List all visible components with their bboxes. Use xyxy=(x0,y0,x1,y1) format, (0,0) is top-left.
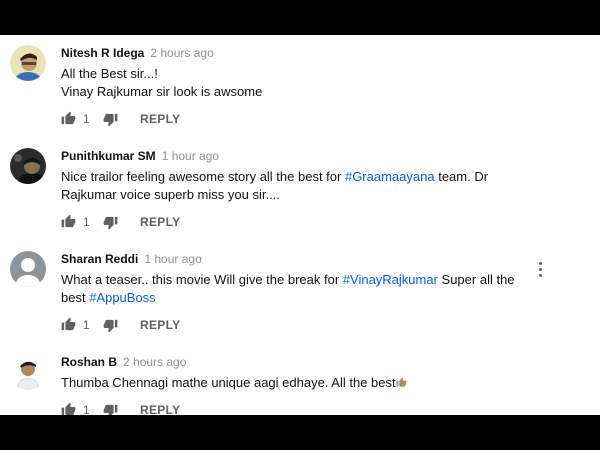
like-count: 1 xyxy=(83,112,90,126)
comment-text: All the Best sir...! Vinay Rajkumar sir … xyxy=(61,65,531,101)
thumbs-down-icon[interactable] xyxy=(103,215,118,230)
comment-text-part: What a teaser.. this movie Will give the… xyxy=(61,272,343,287)
comment-line: Vinay Rajkumar sir look is awsome xyxy=(61,84,263,99)
hashtag-link[interactable]: #VinayRajkumar xyxy=(343,272,438,287)
comment-header: Sharan Reddi 1 hour ago xyxy=(61,252,202,266)
comment-text: What a teaser.. this movie Will give the… xyxy=(61,271,531,307)
comment-text-part: Thumba Chennagi mathe unique aagi edhaye… xyxy=(61,375,396,390)
user-photo-avatar-icon xyxy=(10,45,46,81)
comment-text: Thumba Chennagi mathe unique aagi edhaye… xyxy=(61,374,531,392)
comment-header: Punithkumar SM 1 hour ago xyxy=(61,149,219,163)
comment-text: Nice trailor feeling awesome story all t… xyxy=(61,168,531,204)
thumbs-down-icon[interactable] xyxy=(103,318,118,333)
reply-button[interactable]: REPLY xyxy=(140,403,180,415)
comment-header: Nitesh R Idega 2 hours ago xyxy=(61,46,214,60)
default-user-avatar-icon xyxy=(10,251,46,287)
thumbs-up-icon[interactable] xyxy=(61,214,76,229)
like-count: 1 xyxy=(83,215,90,229)
like-count: 1 xyxy=(83,403,90,415)
avatar[interactable] xyxy=(10,45,46,81)
author-name[interactable]: Roshan B xyxy=(61,355,117,369)
reply-button[interactable]: REPLY xyxy=(140,318,180,332)
like-count: 1 xyxy=(83,318,90,332)
thumbs-down-icon[interactable] xyxy=(103,112,118,127)
author-name[interactable]: Nitesh R Idega xyxy=(61,46,144,60)
avatar[interactable] xyxy=(10,148,46,184)
user-photo-avatar-icon xyxy=(10,148,46,184)
avatar[interactable] xyxy=(10,251,46,287)
hashtag-link[interactable]: #Graamaayana xyxy=(345,169,435,184)
comment-time[interactable]: 1 hour ago xyxy=(144,252,201,266)
comment-text-part: Nice trailor feeling awesome story all t… xyxy=(61,169,345,184)
comments-panel: Nitesh R Idega 2 hours ago All the Best s… xyxy=(0,35,600,415)
hashtag-link[interactable]: #AppuBoss xyxy=(89,290,156,305)
comment-line: All the Best sir...! xyxy=(61,66,158,81)
comment-time[interactable]: 1 hour ago xyxy=(162,149,219,163)
thumbs-up-emoji-icon xyxy=(396,377,407,387)
comment-time[interactable]: 2 hours ago xyxy=(150,46,213,60)
comment-time[interactable]: 2 hours ago xyxy=(123,355,186,369)
author-name[interactable]: Sharan Reddi xyxy=(61,252,138,266)
thumbs-up-icon[interactable] xyxy=(61,111,76,126)
reply-button[interactable]: REPLY xyxy=(140,112,180,126)
avatar[interactable] xyxy=(10,354,46,390)
author-name[interactable]: Punithkumar SM xyxy=(61,149,156,163)
more-options-icon[interactable] xyxy=(535,262,545,280)
reply-button[interactable]: REPLY xyxy=(140,215,180,229)
comment-header: Roshan B 2 hours ago xyxy=(61,355,186,369)
thumbs-down-icon[interactable] xyxy=(103,403,118,415)
thumbs-up-icon[interactable] xyxy=(61,317,76,332)
thumbs-up-icon[interactable] xyxy=(61,402,76,415)
user-photo-avatar-icon xyxy=(10,354,46,390)
